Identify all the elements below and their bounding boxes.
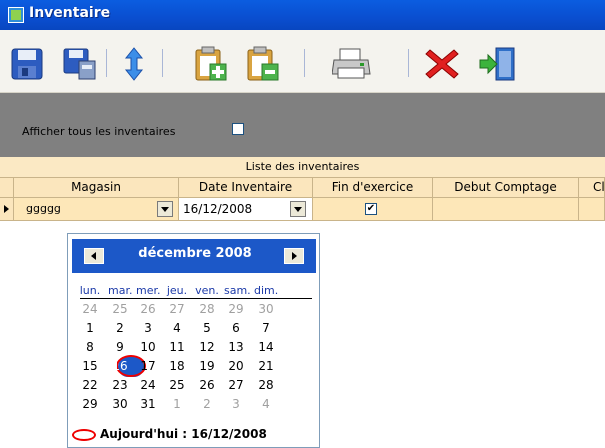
column-header-magasin[interactable]: Magasin xyxy=(14,178,179,198)
toolbar-separator xyxy=(408,49,409,77)
calendar-day[interactable]: 9 xyxy=(108,340,132,354)
date-inventaire-value: 16/12/2008 xyxy=(183,202,253,216)
calendar-day[interactable]: 29 xyxy=(78,397,102,411)
calendar-day[interactable]: 4 xyxy=(254,397,278,411)
calendar-day[interactable]: 27 xyxy=(165,302,189,316)
calendar-day[interactable]: 12 xyxy=(195,340,219,354)
calendar-day[interactable]: 1 xyxy=(78,321,102,335)
calendar-day[interactable]: 29 xyxy=(224,302,248,316)
calendar-day[interactable]: 3 xyxy=(224,397,248,411)
magasin-dropdown-button[interactable] xyxy=(157,201,173,217)
magasin-cell[interactable]: ggggg xyxy=(14,198,179,221)
save-icon[interactable] xyxy=(10,46,46,82)
weekday-divider xyxy=(80,298,312,299)
date-inventaire-cell[interactable]: 16/12/2008 xyxy=(179,198,313,221)
window-title: Inventaire xyxy=(29,5,111,21)
calendar-day[interactable]: 2 xyxy=(195,397,219,411)
calendar-day[interactable]: 28 xyxy=(254,378,278,392)
column-header-fin-exercice[interactable]: Fin d'exercice xyxy=(313,178,433,198)
cl-cell[interactable] xyxy=(579,198,605,221)
filter-bar: Afficher tous les inventaires xyxy=(0,92,605,158)
calendar-day[interactable]: 25 xyxy=(165,378,189,392)
calendar-day[interactable]: 27 xyxy=(224,378,248,392)
calendar-day[interactable]: 16 xyxy=(108,359,132,373)
calendar-header: décembre 2008 xyxy=(72,239,316,273)
show-all-inventories-checkbox[interactable] xyxy=(232,123,244,135)
calendar-day[interactable]: 24 xyxy=(78,302,102,316)
toolbar-separator xyxy=(304,49,305,77)
column-header-date-inventaire[interactable]: Date Inventaire xyxy=(179,178,313,198)
toolbar xyxy=(0,30,605,93)
calendar-day[interactable]: 7 xyxy=(254,321,278,335)
row-header-corner xyxy=(0,178,14,198)
column-header-cl[interactable]: Cl xyxy=(579,178,605,198)
calendar-day[interactable]: 22 xyxy=(78,378,102,392)
today-circle-icon xyxy=(72,429,96,441)
exit-icon[interactable] xyxy=(478,46,515,82)
toolbar-separator xyxy=(162,49,163,77)
clipboard-edit-icon[interactable] xyxy=(244,46,280,82)
calendar-day[interactable]: 5 xyxy=(195,321,219,335)
row-selector[interactable] xyxy=(0,198,14,221)
fin-exercice-checkbox[interactable]: ✔ xyxy=(365,203,377,215)
today-button[interactable]: Aujourd'hui : 16/12/2008 xyxy=(72,426,316,444)
calendar-day[interactable]: 4 xyxy=(165,321,189,335)
calendar-day[interactable]: 30 xyxy=(108,397,132,411)
weekday-label: ven. xyxy=(195,284,219,297)
date-picker-calendar: décembre 2008 lun. mar. mer. jeu. ven. sam. di… xyxy=(67,233,320,448)
calendar-day[interactable]: 14 xyxy=(254,340,278,354)
weekday-label: mer. xyxy=(136,284,161,297)
next-month-button[interactable] xyxy=(284,248,304,264)
calendar-day[interactable]: 26 xyxy=(195,378,219,392)
date-dropdown-button[interactable] xyxy=(290,201,306,217)
calendar-day[interactable]: 1 xyxy=(165,397,189,411)
sort-icon[interactable] xyxy=(116,46,152,82)
calendar-day[interactable]: 31 xyxy=(136,397,160,411)
calendar-day[interactable]: 21 xyxy=(254,359,278,373)
calendar-day[interactable]: 10 xyxy=(136,340,160,354)
calendar-day[interactable]: 28 xyxy=(195,302,219,316)
calendar-day[interactable]: 20 xyxy=(224,359,248,373)
print-icon[interactable] xyxy=(331,46,371,82)
weekday-label: lun. xyxy=(79,284,101,297)
calendar-day[interactable]: 19 xyxy=(195,359,219,373)
save-close-icon[interactable] xyxy=(62,46,98,82)
weekday-label: jeu. xyxy=(166,284,188,297)
show-all-inventories-label: Afficher tous les inventaires xyxy=(22,125,176,138)
title-bar: Inventaire xyxy=(0,0,605,30)
app-icon xyxy=(8,7,24,23)
calendar-day[interactable]: 11 xyxy=(165,340,189,354)
calendar-day[interactable]: 30 xyxy=(254,302,278,316)
weekday-label: mar. xyxy=(108,284,133,297)
toolbar-separator xyxy=(106,49,107,77)
debut-comptage-cell[interactable] xyxy=(433,198,579,221)
today-label: Aujourd'hui : 16/12/2008 xyxy=(100,427,267,441)
weekday-label: sam. xyxy=(224,284,251,297)
previous-month-button[interactable] xyxy=(84,248,104,264)
calendar-day[interactable]: 15 xyxy=(78,359,102,373)
weekday-label: dim. xyxy=(254,284,279,297)
calendar-day[interactable]: 13 xyxy=(224,340,248,354)
calendar-day[interactable]: 18 xyxy=(165,359,189,373)
calendar-day[interactable]: 25 xyxy=(108,302,132,316)
calendar-day[interactable]: 3 xyxy=(136,321,160,335)
delete-icon[interactable] xyxy=(424,46,460,82)
fin-exercice-cell[interactable]: ✔ xyxy=(313,198,433,221)
column-header-debut-comptage[interactable]: Debut Comptage xyxy=(433,178,579,198)
grid-caption: Liste des inventaires xyxy=(0,157,605,178)
calendar-day[interactable]: 8 xyxy=(78,340,102,354)
calendar-day[interactable]: 6 xyxy=(224,321,248,335)
calendar-day[interactable]: 24 xyxy=(136,378,160,392)
calendar-day[interactable]: 26 xyxy=(136,302,160,316)
calendar-day[interactable]: 2 xyxy=(108,321,132,335)
calendar-day[interactable]: 17 xyxy=(136,359,160,373)
clipboard-add-icon[interactable] xyxy=(192,46,228,82)
calendar-day[interactable]: 23 xyxy=(108,378,132,392)
calendar-month-title: décembre 2008 xyxy=(138,246,252,261)
magasin-value: ggggg xyxy=(26,202,61,215)
